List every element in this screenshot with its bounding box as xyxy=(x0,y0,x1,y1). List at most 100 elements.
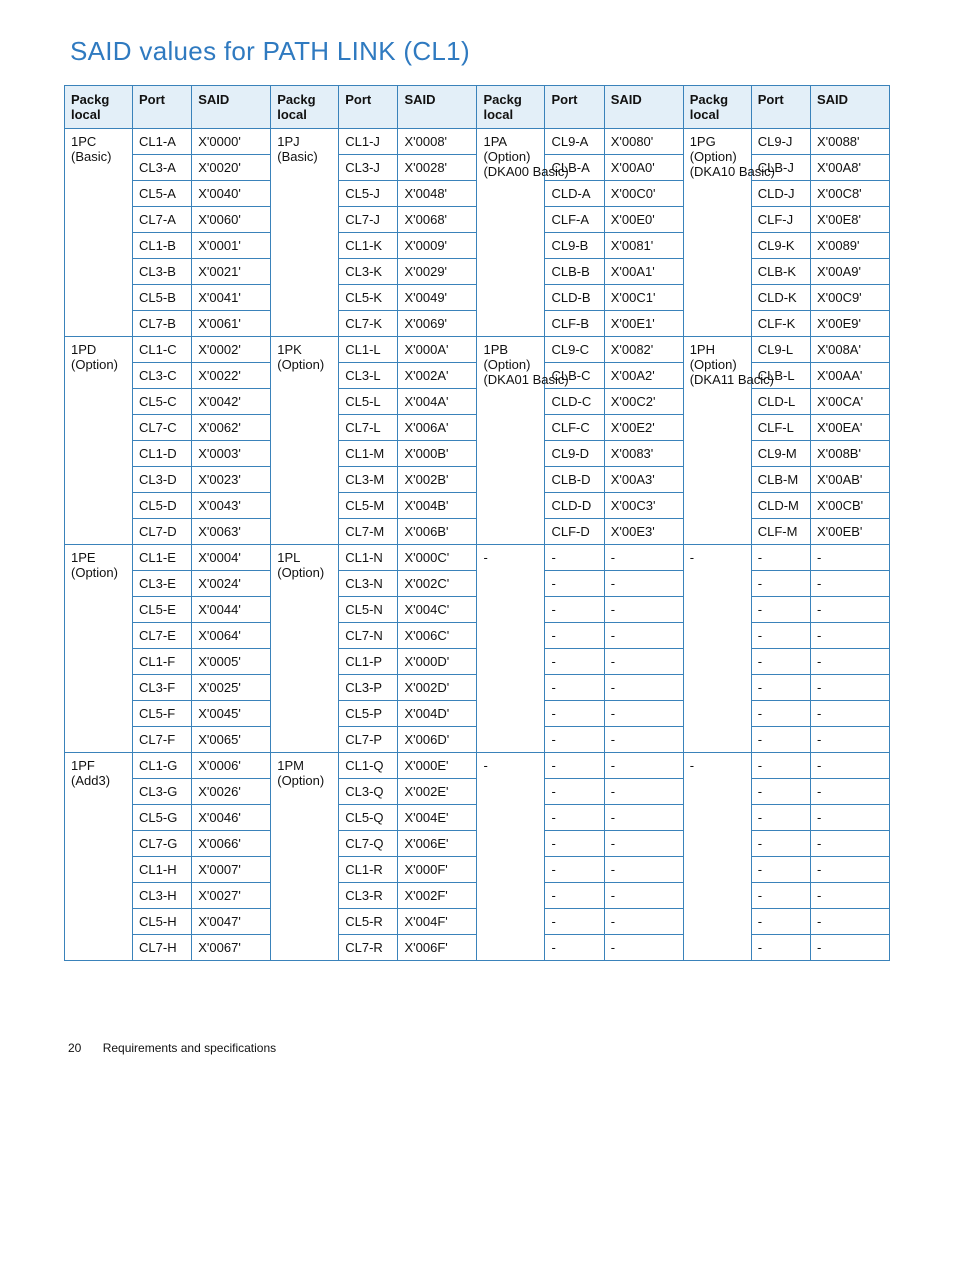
port: CL3-M xyxy=(339,467,398,493)
port: CL5-R xyxy=(339,909,398,935)
port: - xyxy=(545,883,604,909)
port: CL3-J xyxy=(339,155,398,181)
said: - xyxy=(810,675,889,701)
said: X'00A9' xyxy=(810,259,889,285)
port: CL5-E xyxy=(133,597,192,623)
packg-local: - xyxy=(477,545,545,753)
port: CL5-C xyxy=(133,389,192,415)
port: CLB-M xyxy=(751,467,810,493)
packg-local: 1PE(Option) xyxy=(65,545,133,753)
said: X'0042' xyxy=(192,389,271,415)
port: - xyxy=(751,883,810,909)
table-row: 1PC(Basic)CL1-AX'0000'1PJ(Basic)CL1-JX'0… xyxy=(65,129,890,155)
packg-local: 1PM(Option) xyxy=(271,753,339,961)
col-header: Port xyxy=(751,86,810,129)
said: X'006B' xyxy=(398,519,477,545)
said: X'002B' xyxy=(398,467,477,493)
port: CL1-J xyxy=(339,129,398,155)
said: X'000B' xyxy=(398,441,477,467)
port: CL3-H xyxy=(133,883,192,909)
said: X'0001' xyxy=(192,233,271,259)
said: X'00EB' xyxy=(810,519,889,545)
port: CLD-K xyxy=(751,285,810,311)
col-header: SAID xyxy=(398,86,477,129)
said: X'0043' xyxy=(192,493,271,519)
port: CL3-B xyxy=(133,259,192,285)
port: CL5-J xyxy=(339,181,398,207)
port: CL3-R xyxy=(339,883,398,909)
port: - xyxy=(545,649,604,675)
said: X'0006' xyxy=(192,753,271,779)
said: X'000D' xyxy=(398,649,477,675)
port: CL7-D xyxy=(133,519,192,545)
port: CL1-B xyxy=(133,233,192,259)
said: X'0027' xyxy=(192,883,271,909)
port: CL1-M xyxy=(339,441,398,467)
said: - xyxy=(604,935,683,961)
said: X'0005' xyxy=(192,649,271,675)
said: X'00A1' xyxy=(604,259,683,285)
port: - xyxy=(545,701,604,727)
col-header: SAID xyxy=(810,86,889,129)
port: CL7-P xyxy=(339,727,398,753)
said: X'002A' xyxy=(398,363,477,389)
said: X'00A2' xyxy=(604,363,683,389)
said: X'0025' xyxy=(192,675,271,701)
port: CL5-L xyxy=(339,389,398,415)
port: - xyxy=(545,623,604,649)
port: CL1-E xyxy=(133,545,192,571)
said: - xyxy=(810,649,889,675)
said: X'0046' xyxy=(192,805,271,831)
said: - xyxy=(810,701,889,727)
port: CL5-B xyxy=(133,285,192,311)
said: X'0047' xyxy=(192,909,271,935)
said: - xyxy=(810,545,889,571)
packg-local: - xyxy=(477,753,545,961)
section-name: Requirements and specifications xyxy=(103,1041,276,1055)
said: - xyxy=(810,805,889,831)
port: CL5-N xyxy=(339,597,398,623)
col-header: Packglocal xyxy=(65,86,133,129)
port: CL1-C xyxy=(133,337,192,363)
port: CL1-N xyxy=(339,545,398,571)
port: - xyxy=(545,675,604,701)
port: CL3-P xyxy=(339,675,398,701)
port: CL3-N xyxy=(339,571,398,597)
port: CL5-P xyxy=(339,701,398,727)
said: X'00E9' xyxy=(810,311,889,337)
port: - xyxy=(751,935,810,961)
port: CL9-B xyxy=(545,233,604,259)
port: - xyxy=(751,675,810,701)
said: X'0068' xyxy=(398,207,477,233)
said: X'0066' xyxy=(192,831,271,857)
port: CL3-A xyxy=(133,155,192,181)
port: - xyxy=(545,935,604,961)
said: X'0083' xyxy=(604,441,683,467)
port: CL3-Q xyxy=(339,779,398,805)
said: X'004B' xyxy=(398,493,477,519)
port: - xyxy=(751,857,810,883)
port: - xyxy=(751,597,810,623)
said: X'00E8' xyxy=(810,207,889,233)
port: CL9-K xyxy=(751,233,810,259)
port: - xyxy=(751,779,810,805)
port: - xyxy=(751,649,810,675)
port: CLF-M xyxy=(751,519,810,545)
said: - xyxy=(604,831,683,857)
port: CLD-C xyxy=(545,389,604,415)
port: CL1-F xyxy=(133,649,192,675)
said: - xyxy=(604,675,683,701)
said: X'0004' xyxy=(192,545,271,571)
said: X'00CB' xyxy=(810,493,889,519)
said: X'0007' xyxy=(192,857,271,883)
port: CL7-A xyxy=(133,207,192,233)
port: - xyxy=(751,805,810,831)
said: X'0067' xyxy=(192,935,271,961)
said: X'00A0' xyxy=(604,155,683,181)
said: X'006C' xyxy=(398,623,477,649)
col-header: Port xyxy=(133,86,192,129)
said: - xyxy=(604,727,683,753)
port: CLF-L xyxy=(751,415,810,441)
said: X'00C2' xyxy=(604,389,683,415)
port: CL7-R xyxy=(339,935,398,961)
